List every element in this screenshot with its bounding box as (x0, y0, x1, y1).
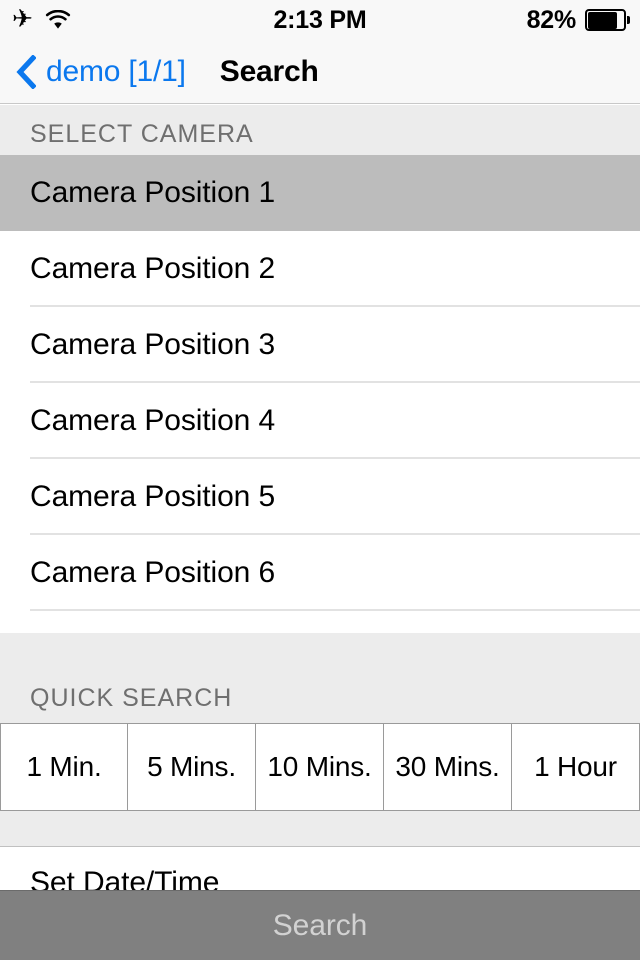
quick-search-button-label: 30 Mins. (395, 751, 500, 782)
camera-list[interactable]: Camera Position 1 Camera Position 2 Camera… (0, 155, 640, 611)
camera-row-label: Camera Position 3 (30, 328, 276, 361)
settings-table[interactable]: SELECT CAMERA Camera Position 1 Camera Po… (0, 105, 640, 960)
camera-row-label: Camera Position 1 (30, 176, 276, 209)
search-button[interactable]: Search (0, 890, 640, 960)
page-title: Search (219, 54, 319, 88)
camera-row-2[interactable]: Camera Position 2 (0, 231, 640, 307)
quick-search-button-1[interactable]: 1 Min. (0, 723, 128, 811)
battery-fill (587, 11, 617, 29)
row-separator (30, 609, 640, 611)
search-button-label: Search (272, 908, 368, 942)
quick-search-button-track[interactable]: 1 Min. 5 Mins. 10 Mins. 30 Mins. 1 Hour (0, 723, 640, 811)
quick-search-strip[interactable]: 1 Min. 5 Mins. 10 Mins. 30 Mins. 1 Hour (0, 723, 640, 811)
quick-search-button-label: 1 Hour (534, 751, 617, 782)
phone-screen: ✈ 2:13 PM 82% demo [1/1] Search SELECT C… (0, 0, 640, 960)
camera-row-6[interactable]: Camera Position 6 (0, 535, 640, 611)
quick-search-button-label: 10 Mins. (267, 751, 372, 782)
camera-row-label: Camera Position 4 (30, 404, 276, 437)
camera-list-tail (0, 611, 640, 633)
camera-row-4[interactable]: Camera Position 4 (0, 383, 640, 459)
section-header-quick-search: QUICK SEARCH (0, 657, 640, 723)
quick-search-button-4[interactable]: 30 Mins. (384, 723, 512, 811)
section-gap (0, 633, 640, 657)
quick-search-button-3[interactable]: 10 Mins. (256, 723, 384, 811)
camera-row-5[interactable]: Camera Position 5 (0, 459, 640, 535)
quick-search-spacer (0, 811, 640, 847)
status-bar-right-icons: 82% (527, 0, 630, 40)
clock-time: 2:13 PM (273, 5, 367, 34)
camera-row-1[interactable]: Camera Position 1 (0, 155, 640, 231)
quick-search-button-label: 5 Mins. (147, 751, 236, 782)
camera-row-label: Camera Position 5 (30, 480, 276, 513)
quick-search-button-5[interactable]: 1 Hour (512, 723, 640, 811)
quick-search-button-2[interactable]: 5 Mins. (128, 723, 256, 811)
chevron-left-icon (16, 54, 36, 89)
battery-percent-label: 82% (526, 5, 577, 34)
quick-search-button-label: 1 Min. (26, 751, 102, 782)
back-button[interactable]: demo [1/1] (16, 54, 186, 89)
status-bar: ✈ 2:13 PM 82% (0, 0, 640, 40)
back-button-label: demo [1/1] (46, 54, 186, 88)
camera-row-label: Camera Position 6 (30, 556, 276, 589)
navigation-bar: demo [1/1] Search (0, 40, 640, 104)
battery-nub (627, 16, 630, 24)
battery-icon (585, 9, 630, 31)
camera-row-3[interactable]: Camera Position 3 (0, 307, 640, 383)
section-header-select-camera: SELECT CAMERA (0, 105, 640, 155)
camera-row-label: Camera Position 2 (30, 252, 276, 285)
